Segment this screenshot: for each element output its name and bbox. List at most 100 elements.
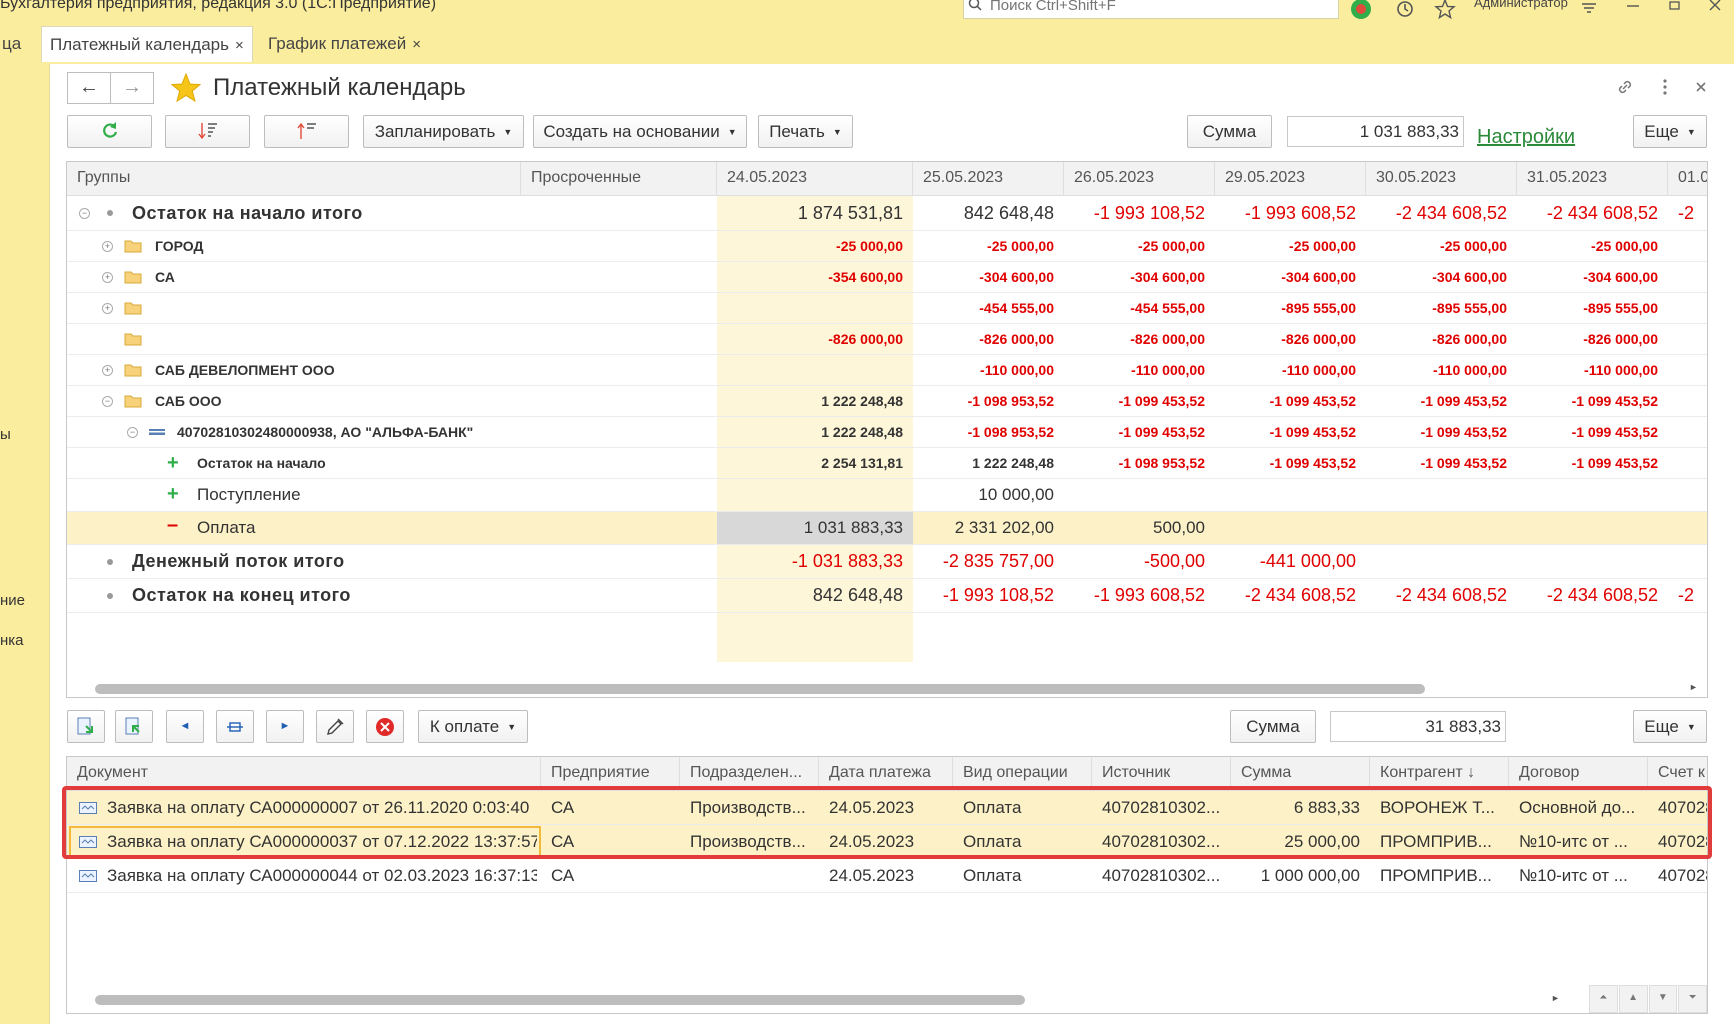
refresh-button[interactable] [67, 115, 152, 148]
column-header-date[interactable]: 24.05.2023 [717, 162, 913, 196]
documents-grid[interactable]: Документ Предприятие Подразделен... Дата… [66, 756, 1708, 1014]
scroll-right-icon[interactable]: ► [1551, 993, 1560, 1003]
collapse-toggle-icon[interactable]: − [102, 396, 113, 407]
grid-row-opening-balance[interactable]: + Остаток на начало 2 254 131,81 1 222 2… [67, 448, 1707, 479]
tab-payment-schedule[interactable]: График платежей × [260, 26, 429, 62]
document-row[interactable]: Заявка на оплату СА000000044 от 02.03.20… [67, 859, 1707, 893]
notifications-icon[interactable] [1350, 0, 1372, 20]
favorites-star-icon[interactable] [1434, 0, 1456, 20]
document-row[interactable]: Заявка на оплату СА000000007 от 26.11.20… [67, 791, 1707, 825]
column-header-operation-type[interactable]: Вид операции [953, 757, 1092, 791]
favorite-star-icon[interactable] [170, 72, 202, 104]
grid-row-closing-total[interactable]: Остаток на конец итого 842 648,48 -1 993… [67, 579, 1707, 613]
grid-row-group[interactable]: -826 000,00 -826 000,00 -826 000,00 -826… [67, 324, 1707, 355]
sort-desc-button[interactable] [165, 115, 250, 148]
grid-row-payment[interactable]: – Оплата 1 031 883,33 2 331 202,00 500,0… [67, 512, 1707, 545]
grid-row-cash-flow-total[interactable]: Денежный поток итого -1 031 883,33 -2 83… [67, 545, 1707, 579]
horizontal-scrollbar[interactable] [95, 684, 1425, 694]
grid-row-opening-total[interactable]: − Остаток на начало итого 1 874 531,81 8… [67, 196, 1707, 231]
column-header-date[interactable]: 30.05.2023 [1366, 162, 1517, 196]
settings-link[interactable]: Настройки [1477, 126, 1575, 149]
close-window-icon[interactable] [1704, 0, 1726, 20]
column-header-company[interactable]: Предприятие [541, 757, 680, 791]
column-header-overdue[interactable]: Просроченные [521, 162, 717, 196]
grid-row-bank-account[interactable]: − 40702810302480000938, АО "АЛЬФА-БАНК" … [67, 417, 1707, 448]
create-based-on-button[interactable]: Создать на основании ▼ [533, 115, 747, 148]
horizontal-scrollbar[interactable] [95, 995, 1025, 1005]
prev-row-icon[interactable]: ▲ [1618, 985, 1648, 1013]
move-right-button[interactable]: ► [266, 710, 304, 743]
sum-button[interactable]: Сумма [1187, 115, 1272, 148]
collapse-toggle-icon[interactable]: − [79, 208, 90, 219]
more-button[interactable]: Еще ▼ [1633, 115, 1707, 148]
first-row-icon[interactable]: ⏶ [1589, 985, 1618, 1013]
import-button[interactable] [67, 710, 105, 743]
section-item[interactable]: нка [0, 632, 24, 649]
last-row-icon[interactable]: ⏷ [1678, 985, 1707, 1013]
bottom-more-button[interactable]: Еще ▼ [1633, 710, 1707, 743]
next-row-icon[interactable]: ▼ [1648, 985, 1678, 1013]
column-header-contract[interactable]: Договор [1509, 757, 1648, 791]
scroll-right-icon[interactable]: ► [1689, 682, 1698, 692]
plan-dropdown-button[interactable]: Запланировать ▼ [363, 115, 524, 148]
section-item[interactable]: ние [0, 592, 25, 609]
selected-amount-cell[interactable]: 1 031 883,33 [717, 512, 913, 544]
column-header-date[interactable]: 29.05.2023 [1215, 162, 1366, 196]
section-item[interactable]: ы [0, 426, 11, 443]
grid-row-income[interactable]: + Поступление 10 000,00 [67, 479, 1707, 512]
cancel-button[interactable] [366, 710, 404, 743]
minimize-icon[interactable] [1622, 0, 1644, 20]
to-pay-dropdown-button[interactable]: К оплате ▼ [418, 710, 528, 743]
grid-row-group[interactable]: + САБ ДЕВЕЛОПМЕНТ ООО -110 000,00 -110 0… [67, 355, 1707, 386]
column-header-payment-date[interactable]: Дата платежа [819, 757, 953, 791]
column-header-groups[interactable]: Группы [67, 162, 521, 196]
menu-icon[interactable] [1578, 0, 1600, 20]
move-left-button[interactable]: ◄ [166, 710, 204, 743]
close-tab-icon[interactable]: × [235, 37, 244, 54]
user-name[interactable]: Администратор [1474, 0, 1568, 10]
amount-cell: -25 000,00 [1440, 238, 1507, 254]
back-button[interactable]: ← [67, 72, 111, 104]
expand-toggle-icon[interactable]: + [102, 272, 113, 283]
payment-calendar-grid[interactable]: Группы Просроченные 24.05.2023 25.05.202… [66, 161, 1708, 698]
grid-row-group[interactable]: + -454 555,00 -454 555,00 -895 555,00 -8… [67, 293, 1707, 324]
global-search[interactable] [963, 0, 1339, 19]
restore-icon[interactable] [1664, 0, 1686, 20]
more-vertical-icon[interactable] [1654, 76, 1676, 98]
sum-field[interactable]: 1 031 883,33 [1287, 116, 1464, 147]
grid-row-group[interactable]: − САБ ООО 1 222 248,48 -1 098 953,52 -1 … [67, 386, 1707, 417]
column-header-department[interactable]: Подразделен... [680, 757, 819, 791]
grid-row-group[interactable]: + ГОРОД -25 000,00 -25 000,00 -25 000,00… [67, 231, 1707, 262]
close-form-icon[interactable] [1690, 76, 1712, 98]
collapse-toggle-icon[interactable]: − [127, 427, 138, 438]
column-header-document[interactable]: Документ [67, 757, 541, 791]
column-header-date[interactable]: 25.05.2023 [913, 162, 1064, 196]
bottom-sum-field[interactable]: 31 883,33 [1330, 711, 1506, 742]
print-button[interactable]: Печать ▼ [758, 115, 853, 148]
tab-home[interactable]: ца [0, 26, 29, 62]
column-header-source[interactable]: Источник [1092, 757, 1231, 791]
column-header-amount[interactable]: Сумма [1231, 757, 1370, 791]
tab-payment-calendar[interactable]: Платежный календарь × [41, 26, 253, 62]
move-to-date-button[interactable] [216, 710, 254, 743]
close-tab-icon[interactable]: × [412, 36, 421, 53]
expand-toggle-icon[interactable]: + [102, 241, 113, 252]
column-header-date[interactable]: 01.0 [1668, 162, 1707, 196]
row-name: Остаток на начало [197, 455, 326, 471]
column-header-date[interactable]: 31.05.2023 [1517, 162, 1668, 196]
history-icon[interactable] [1394, 0, 1416, 20]
expand-toggle-icon[interactable]: + [102, 365, 113, 376]
link-icon[interactable] [1614, 76, 1636, 98]
bottom-sum-button[interactable]: Сумма [1230, 710, 1316, 743]
search-input[interactable] [990, 0, 1330, 14]
column-header-account[interactable]: Счет к [1648, 757, 1707, 791]
forward-button[interactable]: → [110, 72, 154, 104]
sort-asc-button[interactable] [264, 115, 349, 148]
column-header-date[interactable]: 26.05.2023 [1064, 162, 1215, 196]
expand-toggle-icon[interactable]: + [102, 303, 113, 314]
column-header-counterparty[interactable]: Контрагент ↓ [1370, 757, 1509, 791]
link-document-button[interactable] [316, 710, 354, 743]
grid-row-group[interactable]: + СА -354 600,00 -304 600,00 -304 600,00… [67, 262, 1707, 293]
document-row[interactable]: Заявка на оплату СА000000037 от 07.12.20… [67, 825, 1707, 859]
export-button[interactable] [115, 710, 153, 743]
